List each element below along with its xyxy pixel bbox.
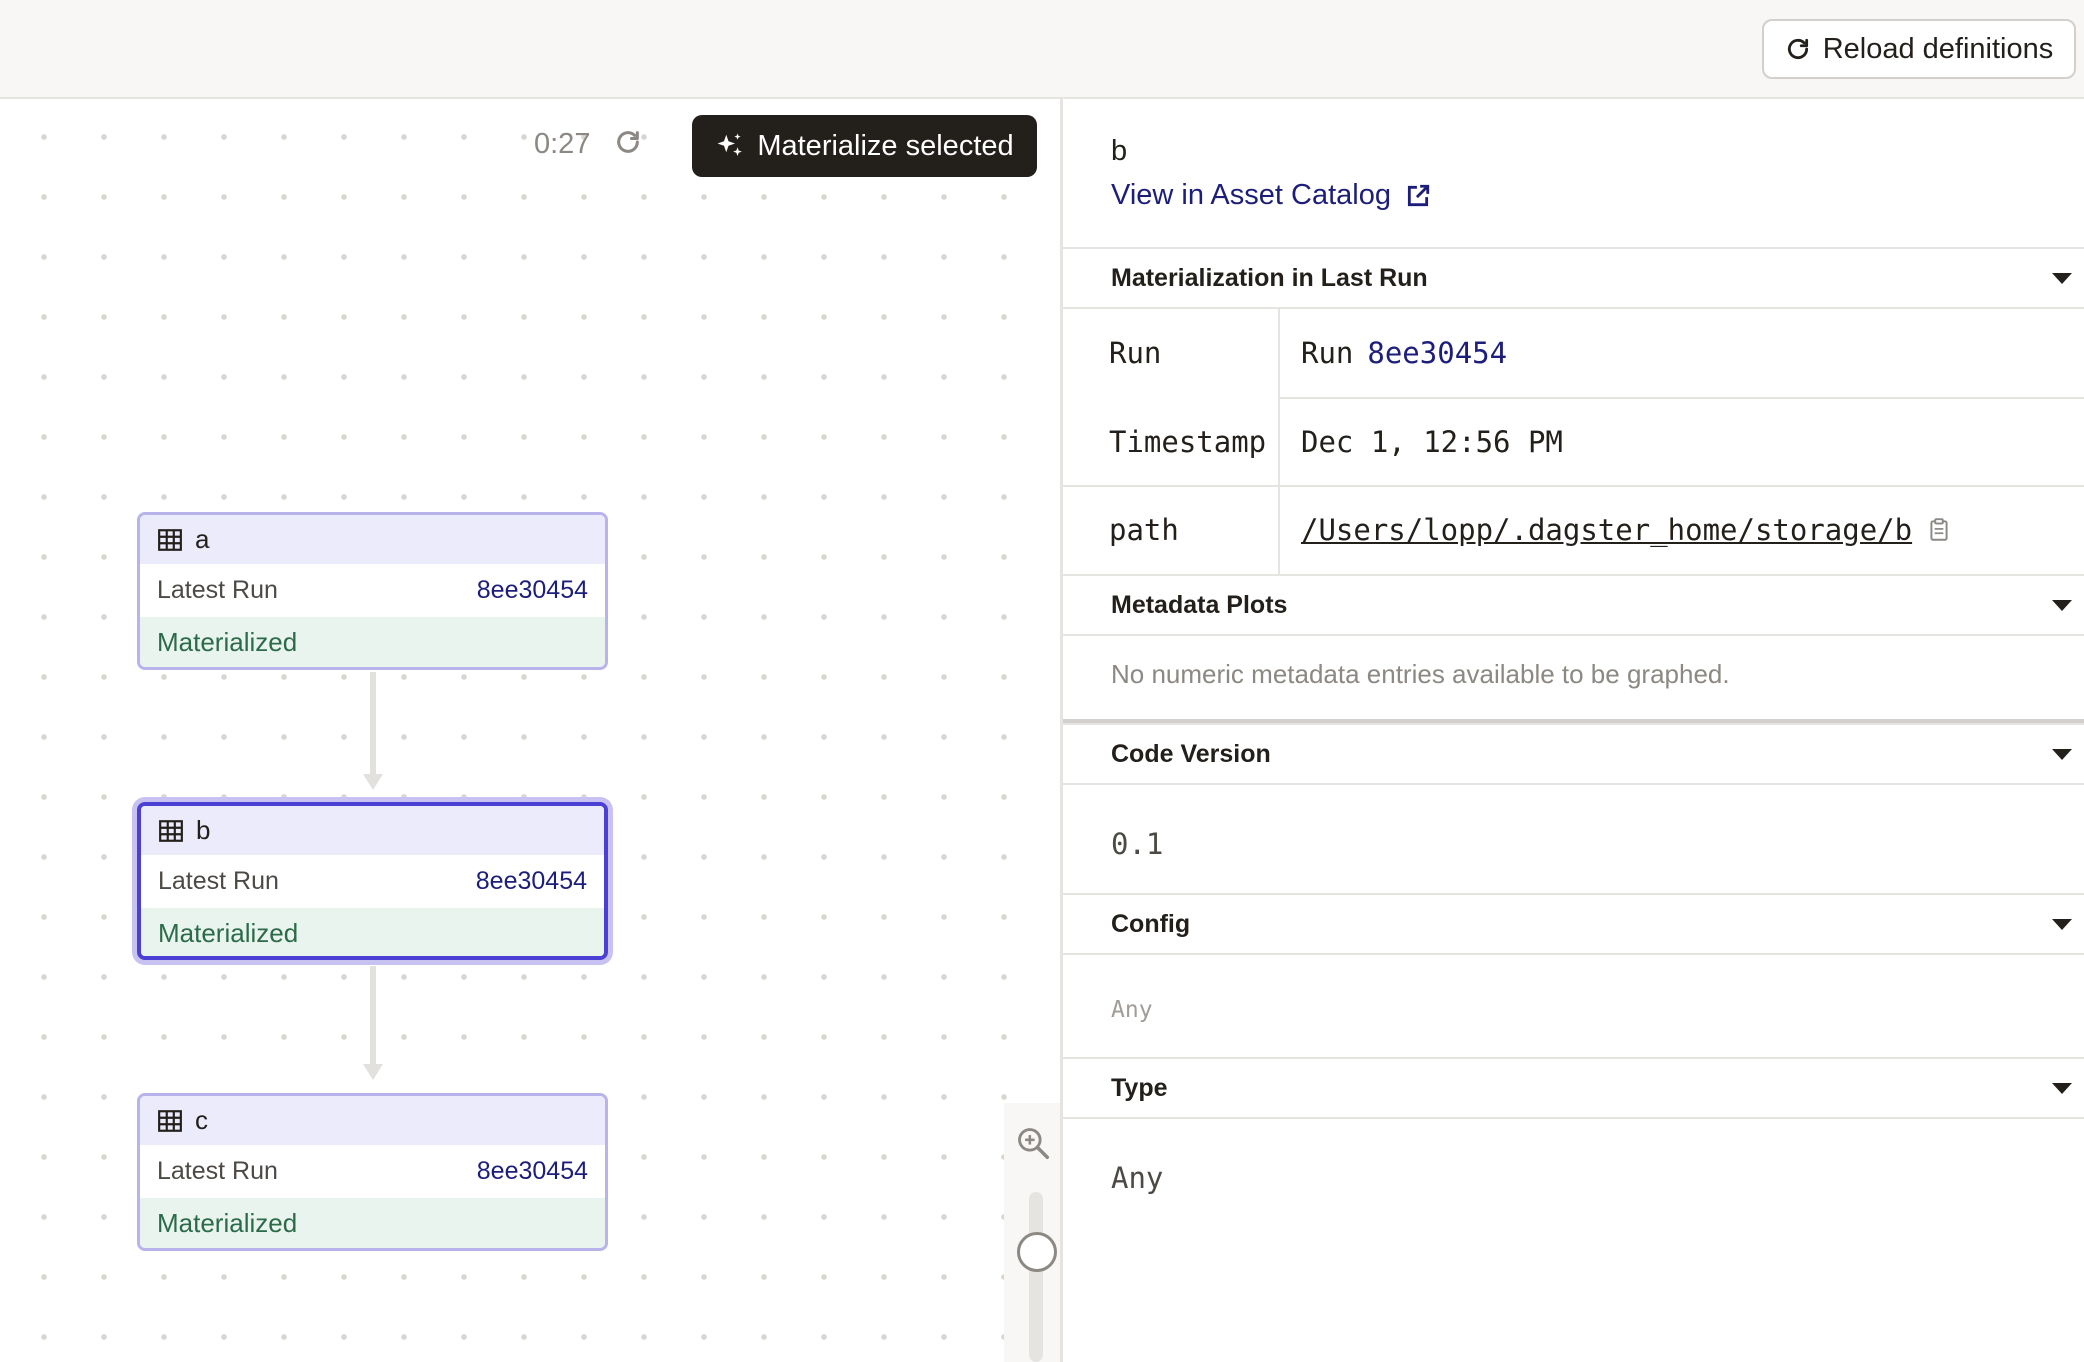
metadata-key: Run [1109,336,1162,370]
edge-a-b [370,672,376,780]
config-section-header[interactable]: Config [1063,893,2084,955]
caret-down-icon [2052,273,2072,284]
table-icon [159,819,183,842]
zoom-slider-track[interactable] [1029,1192,1043,1362]
asset-node-a[interactable]: a Latest Run 8ee30454 Materialized [137,512,608,670]
asset-node-b[interactable]: b Latest Run 8ee30454 Materialized [137,802,608,960]
view-in-asset-catalog-link[interactable]: View in Asset Catalog [1111,179,1431,212]
type-section-header[interactable]: Type [1063,1057,2084,1119]
status-badge: Materialized [141,908,604,956]
edge-arrow [363,774,383,790]
refresh-timer: 0:27 [534,128,591,160]
caret-down-icon [2052,600,2072,611]
asset-node-c[interactable]: c Latest Run 8ee30454 Materialized [137,1093,608,1251]
zoom-in-icon[interactable] [1014,1124,1052,1162]
table-icon [158,528,182,551]
latest-run-link[interactable]: 8ee30454 [477,1157,588,1186]
edge-b-c [370,966,376,1070]
metadata-key: path [1109,513,1179,547]
type-value: Any [1111,1161,1164,1195]
asset-node-header: a [140,515,605,564]
metadata-plots-empty-text: No numeric metadata entries available to… [1111,659,1730,689]
top-bar: Reload definitions [0,0,2084,99]
asset-node-name: b [196,815,211,845]
zoom-slider-thumb[interactable] [1017,1232,1057,1272]
latest-run-row: Latest Run 8ee30454 [140,564,605,617]
status-badge: Materialized [140,617,605,667]
view-in-asset-catalog-label: View in Asset Catalog [1111,179,1391,211]
metadata-row-timestamp: Timestamp Dec 1, 12:56 PM [1063,398,2084,486]
materialize-selected-button[interactable]: Materialize selected [692,115,1037,177]
metadata-value: Dec 1, 12:56 PM [1301,425,1563,459]
table-icon [158,1109,182,1132]
asset-node-header: c [140,1096,605,1145]
path-link[interactable]: /Users/lopp/.dagster_home/storage/b [1301,513,1912,547]
section-title: Materialization in Last Run [1111,263,1428,292]
code-version-section-header[interactable]: Code Version [1063,723,2084,785]
clipboard-icon[interactable] [1926,516,1952,544]
config-value: Any [1111,997,1153,1023]
code-version-value: 0.1 [1111,827,1164,861]
latest-run-row: Latest Run 8ee30454 [141,855,604,908]
refresh-icon [1787,38,1808,60]
external-link-icon [1407,184,1430,206]
latest-run-label: Latest Run [158,867,279,895]
asset-node-header: b [141,806,604,855]
metadata-value: /Users/lopp/.dagster_home/storage/b [1301,486,1952,574]
caret-down-icon [2052,919,2072,930]
latest-run-row: Latest Run 8ee30454 [140,1145,605,1198]
reload-definitions-button[interactable]: Reload definitions [1762,19,2076,79]
table-row-divider [1278,397,2084,399]
caret-down-icon [2052,1083,2072,1094]
asset-detail-panel: b View in Asset Catalog Materialization … [1063,99,2084,1362]
reload-definitions-label: Reload definitions [1822,32,2054,65]
metadata-value: Run 8ee30454 [1301,309,1507,397]
section-title: Code Version [1111,739,1271,768]
materialization-section-header[interactable]: Materialization in Last Run [1063,247,2084,309]
section-title: Config [1111,909,1191,938]
metadata-row-path: path /Users/lopp/.dagster_home/storage/b [1063,486,2084,574]
sparkle-icon [717,133,743,156]
materialize-selected-label: Materialize selected [757,129,1014,162]
asset-title: b [1111,135,1128,167]
edge-arrow [363,1064,383,1080]
metadata-plots-section-header[interactable]: Metadata Plots [1063,574,2084,636]
status-badge: Materialized [140,1198,605,1248]
latest-run-label: Latest Run [157,576,278,604]
latest-run-link[interactable]: 8ee30454 [477,576,588,605]
run-prefix: Run [1301,336,1354,370]
table-vertical-divider [1278,309,1280,574]
asset-node-name: c [195,1105,208,1135]
run-id-link[interactable]: 8ee30454 [1367,336,1507,370]
section-title: Type [1111,1073,1168,1102]
latest-run-link[interactable]: 8ee30454 [476,867,587,896]
metadata-row-run: Run Run 8ee30454 [1063,309,2084,397]
metadata-key: Timestamp [1109,425,1267,459]
caret-down-icon [2052,749,2072,760]
asset-node-name: a [195,524,210,554]
refresh-icon[interactable] [614,128,642,156]
table-row-divider [1063,485,2084,487]
section-title: Metadata Plots [1111,590,1288,619]
latest-run-label: Latest Run [157,1157,278,1185]
